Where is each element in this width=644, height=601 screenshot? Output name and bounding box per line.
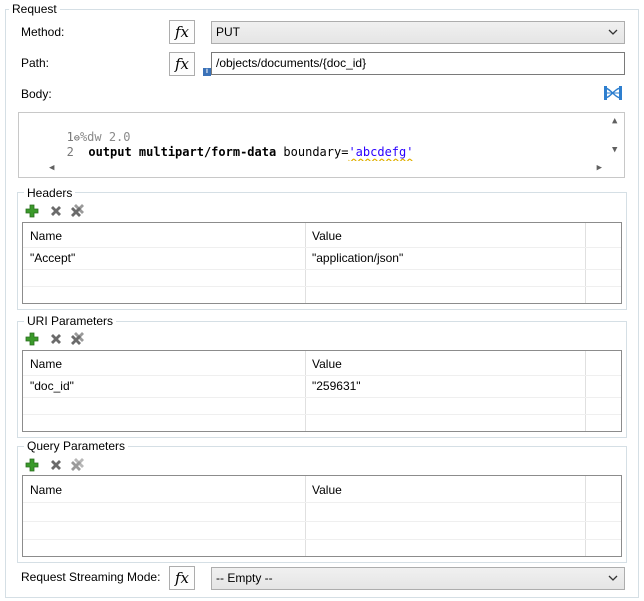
uri-params-table[interactable]: Name Value "doc_id" "259631"	[22, 350, 622, 432]
scroll-up-icon[interactable]: ▲	[612, 116, 617, 126]
editor-text: boundary=	[276, 145, 349, 159]
query-params-table[interactable]: Name Value	[22, 475, 622, 557]
streaming-mode-value: -- Empty --	[216, 571, 273, 585]
remove-all-icon[interactable]	[69, 330, 87, 348]
scroll-down-icon[interactable]: ▼	[612, 145, 617, 155]
headers-table[interactable]: Name Value "Accept" "application/json"	[22, 222, 622, 304]
editor-line-3: 3 ---	[19, 145, 110, 174]
path-fx-button[interactable]: fx	[169, 52, 195, 76]
path-input[interactable]: /objects/documents/{doc_id}	[211, 52, 625, 75]
editor-line-1: 1⊖%dw 2.0	[19, 115, 131, 144]
streaming-mode-label: Request Streaming Mode:	[21, 570, 161, 584]
chevron-down-icon	[608, 22, 618, 51]
streaming-mode-select[interactable]: -- Empty --	[211, 567, 625, 590]
method-select[interactable]: PUT	[211, 21, 625, 44]
uri-params-title: URI Parameters	[24, 314, 117, 328]
body-label: Body:	[21, 87, 52, 101]
headers-title: Headers	[24, 186, 76, 200]
remove-icon[interactable]	[47, 330, 65, 348]
column-header-value[interactable]: Value	[312, 356, 342, 372]
table-row-value[interactable]: "259631"	[312, 378, 361, 394]
editor-vertical-scrollbar[interactable]: ▲ ▼	[608, 113, 624, 161]
table-row-value[interactable]: "application/json"	[312, 250, 403, 266]
scroll-left-icon[interactable]: ◀	[49, 163, 54, 173]
column-header-value[interactable]: Value	[312, 228, 342, 244]
path-label: Path:	[21, 56, 50, 70]
column-header-name[interactable]: Name	[30, 482, 62, 498]
remove-icon[interactable]	[47, 456, 65, 474]
query-params-title: Query Parameters	[24, 439, 129, 453]
method-value: PUT	[216, 25, 240, 39]
remove-all-icon[interactable]	[69, 202, 87, 220]
transform-icon[interactable]	[604, 84, 622, 102]
streaming-fx-button[interactable]: fx	[169, 566, 195, 590]
method-fx-button[interactable]: fx	[169, 20, 195, 44]
editor-horizontal-scrollbar[interactable]: ◀ ▶	[19, 161, 624, 177]
add-icon[interactable]	[23, 456, 41, 474]
body-editor[interactable]: 1⊖%dw 2.0 2 output multipart/form-data b…	[18, 112, 625, 178]
table-row-name[interactable]: "Accept"	[30, 250, 75, 266]
column-header-name[interactable]: Name	[30, 228, 62, 244]
column-header-name[interactable]: Name	[30, 356, 62, 372]
info-icon: i	[203, 68, 211, 76]
editor-string: 'abcdefg'	[348, 145, 414, 159]
add-icon[interactable]	[23, 202, 41, 220]
request-group-title: Request	[9, 2, 60, 16]
chevron-down-icon	[608, 568, 618, 597]
editor-keyword: output multipart/form-data	[88, 145, 277, 159]
remove-icon[interactable]	[47, 202, 65, 220]
editor-line-2: 2 output multipart/form-data boundary='a…	[19, 130, 414, 159]
scroll-right-icon[interactable]: ▶	[597, 163, 602, 173]
column-header-value[interactable]: Value	[312, 482, 342, 498]
add-icon[interactable]	[23, 330, 41, 348]
table-row-name[interactable]: "doc_id"	[30, 378, 74, 394]
remove-all-icon[interactable]	[69, 456, 87, 474]
method-label: Method:	[21, 25, 65, 39]
